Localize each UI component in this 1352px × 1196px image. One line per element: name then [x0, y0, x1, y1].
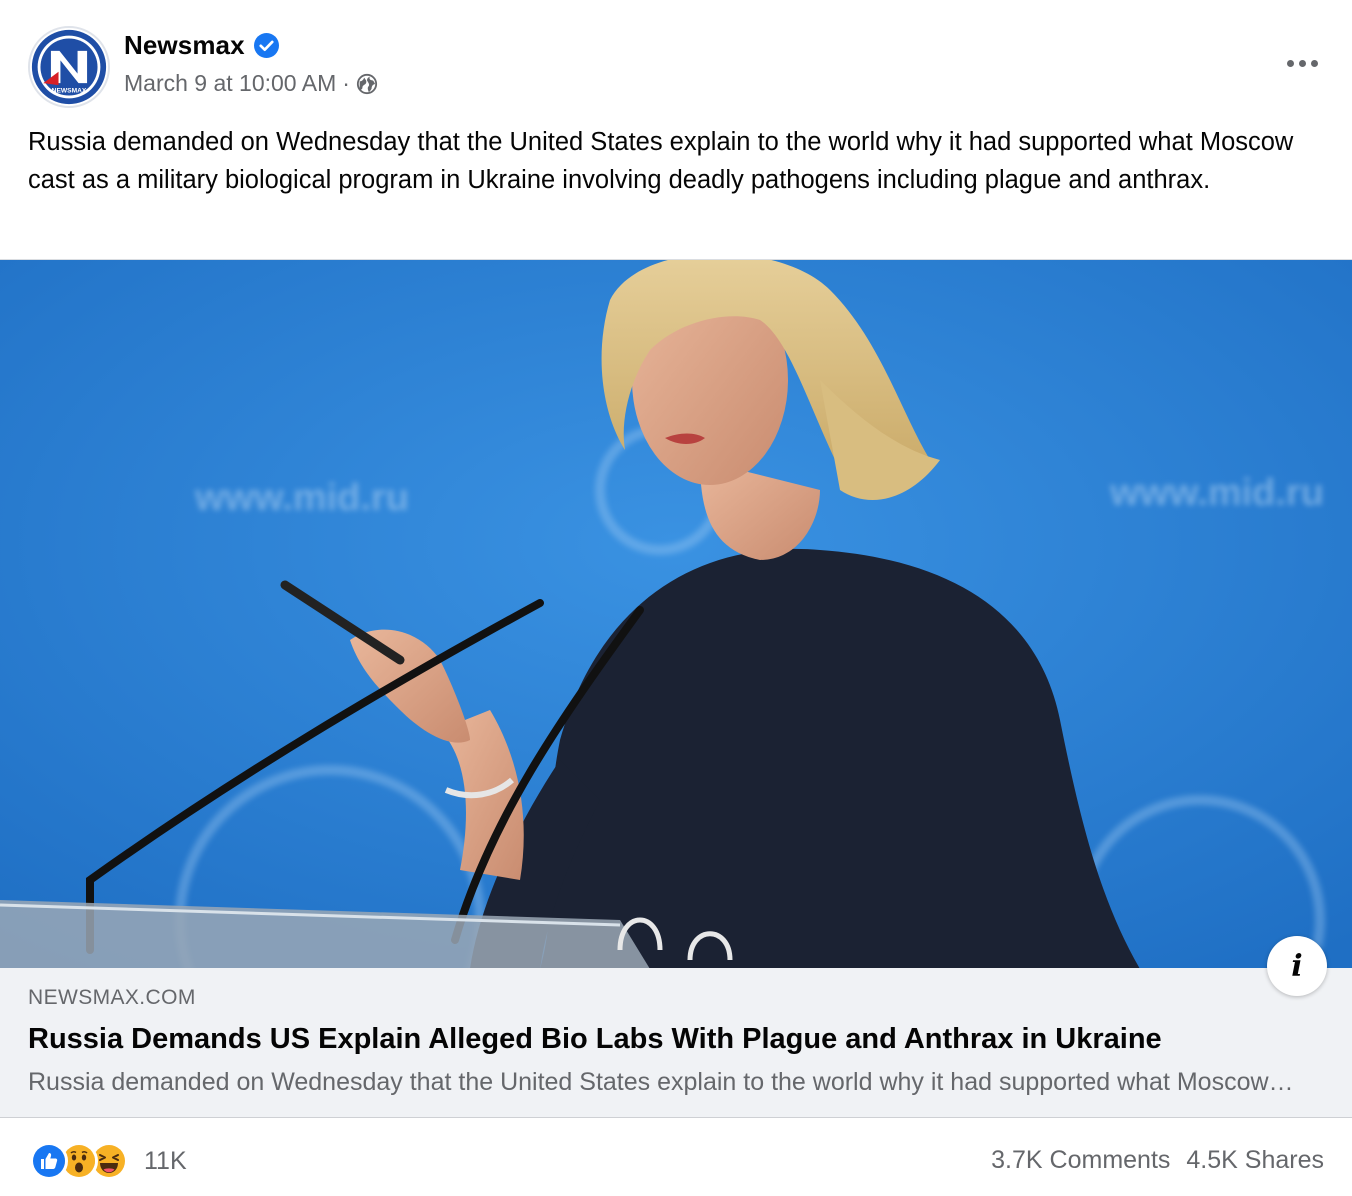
link-title[interactable]: Russia Demands US Explain Alleged Bio La… — [28, 1023, 1162, 1056]
more-options-button[interactable] — [1280, 48, 1324, 78]
info-button[interactable]: i — [1267, 936, 1327, 996]
post-header: NEWSMAX Newsmax March 9 at 10:00 AM · — [28, 26, 1324, 108]
author-name[interactable]: Newsmax — [124, 30, 245, 61]
globe-icon[interactable] — [356, 73, 378, 95]
post-footer: 11K 3.7K Comments 4.5K Shares — [28, 1140, 1324, 1186]
author-row: Newsmax — [124, 30, 279, 61]
shares-count[interactable]: 4.5K Shares — [1186, 1146, 1324, 1175]
verified-badge-icon — [253, 33, 279, 58]
like-icon — [30, 1142, 68, 1180]
post-image[interactable]: www.mid.ru www.mid.ru — [0, 259, 1352, 968]
reaction-count: 11K — [144, 1146, 187, 1175]
backdrop-text: www.mid.ru — [194, 477, 409, 519]
info-icon: i — [1291, 948, 1303, 984]
post-meta: March 9 at 10:00 AM · — [124, 70, 378, 97]
avatar[interactable]: NEWSMAX — [28, 26, 110, 108]
meta-separator: · — [342, 70, 350, 96]
feed-post: NEWSMAX Newsmax March 9 at 10:00 AM · Ru… — [0, 0, 1352, 1196]
post-timestamp[interactable]: March 9 at 10:00 AM — [124, 70, 336, 97]
link-description: Russia demanded on Wednesday that the Un… — [28, 1068, 1298, 1096]
dot-icon — [1286, 59, 1294, 67]
backdrop-text: www.mid.ru — [1109, 472, 1324, 514]
dot-icon — [1310, 59, 1318, 67]
newsmax-logo-icon: NEWSMAX — [31, 29, 107, 105]
press-briefing-photo: www.mid.ru www.mid.ru — [0, 260, 1352, 968]
reactions-summary[interactable]: 11K — [30, 1140, 187, 1182]
post-stats: 3.7K Comments 4.5K Shares — [991, 1146, 1324, 1175]
link-preview[interactable]: NEWSMAX.COM Russia Demands US Explain Al… — [0, 968, 1352, 1118]
dot-icon — [1298, 59, 1306, 67]
link-domain: NEWSMAX.COM — [28, 986, 196, 1009]
svg-text:NEWSMAX: NEWSMAX — [52, 88, 87, 95]
post-message: Russia demanded on Wednesday that the Un… — [28, 128, 1294, 194]
comments-count[interactable]: 3.7K Comments — [991, 1146, 1170, 1175]
